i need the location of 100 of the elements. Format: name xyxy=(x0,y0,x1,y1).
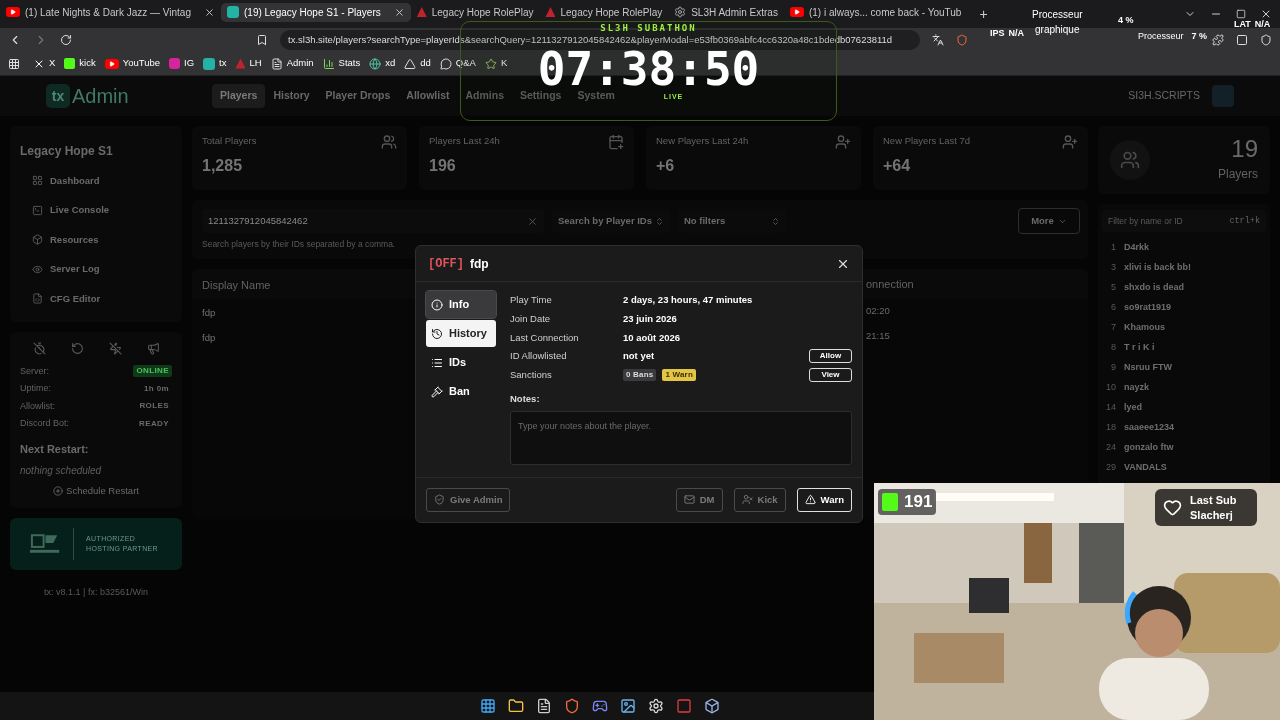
settings-icon xyxy=(674,6,687,18)
image-icon[interactable] xyxy=(620,698,636,714)
player-item[interactable]: 1 D4rkk xyxy=(1102,238,1266,258)
bookmark-item[interactable]: LH xyxy=(235,56,262,71)
app-icon[interactable] xyxy=(676,698,692,714)
player-name: so9rat1919 xyxy=(1124,301,1172,315)
player-item[interactable]: 9 Nsruu FTW xyxy=(1102,358,1266,378)
bookmark-item[interactable]: tx xyxy=(203,56,227,71)
puzzle-icon[interactable] xyxy=(1212,34,1224,46)
player-item[interactable]: 10 nayzk xyxy=(1102,378,1266,398)
stat-value: 196 xyxy=(429,156,457,177)
nav-tab[interactable]: Admins xyxy=(457,84,513,108)
browser-tab[interactable]: (1) i always... come back - YouTub xyxy=(783,2,968,22)
clear-icon[interactable] xyxy=(527,215,538,227)
box-icon[interactable] xyxy=(704,698,720,714)
nav-tab[interactable]: Players xyxy=(212,84,266,108)
close-icon[interactable] xyxy=(393,6,405,18)
maximize-icon[interactable] xyxy=(1236,9,1246,19)
apps-icon[interactable] xyxy=(8,57,20,70)
close-icon[interactable] xyxy=(204,6,215,18)
player-item[interactable]: 24 gonzalo ftw xyxy=(1102,438,1266,458)
shield-icon[interactable] xyxy=(956,34,968,46)
sidebar-item[interactable]: CFG Editor xyxy=(20,284,172,314)
player-item[interactable]: 29 VANDALS xyxy=(1102,458,1266,478)
player-item[interactable]: 8 T r i K i xyxy=(1102,338,1266,358)
notes-field[interactable]: Type your notes about the player. xyxy=(510,410,852,465)
new-tab-button[interactable]: + xyxy=(975,3,992,25)
modal-tab[interactable]: Ban xyxy=(426,378,496,405)
shield-icon[interactable] xyxy=(564,698,580,714)
bookmark-item[interactable]: YouTube xyxy=(104,56,161,71)
megaphone-icon[interactable] xyxy=(146,341,160,355)
bookmark-item[interactable]: dd xyxy=(404,56,431,71)
url-field[interactable]: tx.sl3h.site/players?searchType=playerIds&searchQuery=1211327912045842462&playerModal=e53fb0369abfc4cc6320a48c1bdedb07623811d xyxy=(280,30,920,50)
reload-icon[interactable] xyxy=(60,34,72,46)
player-item[interactable]: 7 Khamous xyxy=(1102,318,1266,338)
stat-value: 1,285 xyxy=(202,156,244,177)
document-icon[interactable] xyxy=(536,698,552,714)
nav-tab[interactable]: History xyxy=(265,84,318,108)
browser-tab[interactable]: (19) Legacy Hope S1 - Players xyxy=(221,2,411,22)
cpu-value: 4 % xyxy=(1118,14,1134,27)
tab-title: Legacy Hope RolePlay xyxy=(431,5,534,20)
nav-tab[interactable]: Allowlist xyxy=(398,84,458,108)
sanction-badge: 0 Bans xyxy=(623,369,657,382)
app-logo-icon xyxy=(203,57,216,70)
player-name: Nsruu FTW xyxy=(1124,361,1172,375)
browser-tab[interactable]: SL3H Admin Extras xyxy=(668,2,784,22)
restart-icon[interactable] xyxy=(70,341,84,355)
nav-tab[interactable]: Player Drops xyxy=(317,84,399,108)
bookmark-item[interactable]: K xyxy=(484,56,508,71)
schedule-restart-button[interactable]: Schedule Restart xyxy=(53,484,139,499)
sidebar-item[interactable]: Server Log xyxy=(20,254,172,284)
modal-tab[interactable]: History xyxy=(426,320,496,347)
browser-tab[interactable]: Legacy Hope RolePlay xyxy=(539,2,669,22)
chevrons-icon xyxy=(771,216,780,226)
player-item[interactable]: 5 shxdo is dead xyxy=(1102,278,1266,298)
timer-off-icon[interactable] xyxy=(32,341,46,355)
windows-icon[interactable] xyxy=(480,698,496,714)
chevrons-icon xyxy=(655,216,664,226)
bookmark-icon[interactable] xyxy=(256,34,268,46)
status-label: Discord Bot: xyxy=(20,417,70,430)
browser-tab[interactable]: Legacy Hope RolePlay xyxy=(410,2,540,22)
tab-title: SL3H Admin Extras xyxy=(691,5,778,20)
plus-circle-icon xyxy=(53,486,64,497)
viewer-count: 191 xyxy=(904,491,933,514)
zap-off-icon[interactable] xyxy=(108,341,122,355)
bookmark-item[interactable]: Admin xyxy=(270,56,314,71)
player-item[interactable]: 14 lyed xyxy=(1102,398,1266,418)
sidebar-item[interactable]: Dashboard xyxy=(20,166,172,196)
bookmark-item[interactable]: IG xyxy=(169,56,195,71)
bookmark-label: LH xyxy=(249,56,262,71)
online-count: 19 xyxy=(1231,137,1258,161)
modal-tab[interactable]: Info xyxy=(426,291,496,318)
bookmark-label: YouTube xyxy=(122,56,161,71)
filter-field[interactable]: Filter by name or ID ctrl+k xyxy=(1102,210,1266,232)
close-icon[interactable] xyxy=(1260,8,1272,20)
sidebar-item[interactable]: Live Console xyxy=(20,195,172,225)
folder-icon[interactable] xyxy=(508,698,524,714)
logo-mark: tx xyxy=(46,84,70,108)
player-item[interactable]: 3 xlivi is back bb! xyxy=(1102,258,1266,278)
gamepad-icon[interactable] xyxy=(592,698,608,714)
bookmark-item[interactable]: Stats xyxy=(322,56,361,71)
row-action-button[interactable]: Allow xyxy=(809,349,852,364)
bookmark-item[interactable]: kick xyxy=(64,56,96,71)
globe-icon xyxy=(369,57,382,70)
more-button[interactable]: More xyxy=(1018,208,1080,234)
settings-icon[interactable] xyxy=(648,698,664,714)
player-name: Khamous xyxy=(1124,321,1165,335)
row-action-button[interactable]: View xyxy=(809,368,852,383)
bookmark-item[interactable]: X xyxy=(33,56,56,71)
browser-tab[interactable]: (1) Late Nights & Dark Jazz — Vintag xyxy=(0,2,221,22)
action-button[interactable]: Warn xyxy=(796,487,852,512)
player-item[interactable]: 6 so9rat1919 xyxy=(1102,298,1266,318)
player-number: 24 xyxy=(1105,441,1117,455)
bookmark-item[interactable]: xd xyxy=(369,56,396,71)
sidebar-icon[interactable] xyxy=(1236,34,1248,46)
modal-tab[interactable]: IDs xyxy=(426,349,496,376)
translate-icon[interactable] xyxy=(932,34,944,46)
sanction-badge: 1 Warn xyxy=(662,369,696,382)
sidebar-item[interactable]: Resources xyxy=(20,225,172,255)
player-item[interactable]: 18 saaeee1234 xyxy=(1102,418,1266,438)
